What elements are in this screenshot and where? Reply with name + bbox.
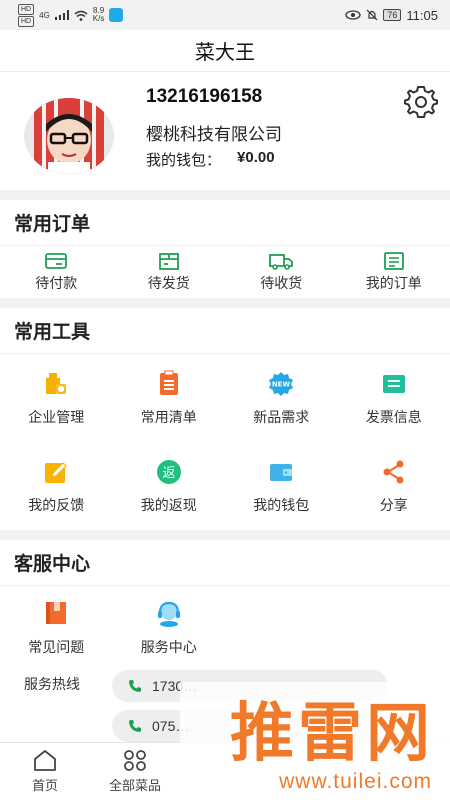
service-row: 常见问题 服务中心 xyxy=(0,586,450,670)
tab-home[interactable]: 首页 xyxy=(0,743,90,800)
clipboard-icon xyxy=(159,370,178,395)
hd-indicators: HD HD xyxy=(18,3,35,27)
watermark-url: www.tuilei.com xyxy=(279,770,432,793)
tool-label: 我的钱包 xyxy=(253,496,310,513)
network-speed: 8.9 K/s xyxy=(93,7,105,23)
headset-icon xyxy=(157,601,180,627)
order-my-orders[interactable]: 我的订单 xyxy=(338,246,450,298)
company-name: 樱桃科技有限公司 xyxy=(146,125,282,144)
app-header: 菜大王 xyxy=(0,30,450,72)
tool-enterprise-management[interactable]: 企业管理 xyxy=(0,354,113,442)
tool-invoice-info[interactable]: 发票信息 xyxy=(338,354,450,442)
card-icon xyxy=(45,253,68,269)
hd-chip-1: HD xyxy=(18,3,35,15)
tool-label: 新品需求 xyxy=(253,408,310,425)
svg-text:NEW: NEW xyxy=(272,380,291,388)
tool-label: 分享 xyxy=(379,496,408,513)
truck-icon xyxy=(269,254,294,270)
tool-label: 我的返现 xyxy=(140,496,197,513)
book-icon xyxy=(46,602,67,624)
share-icon xyxy=(383,460,404,483)
user-phone: 13216196158 xyxy=(146,86,263,107)
new-badge-icon: NEW xyxy=(269,371,294,396)
wifi-icon xyxy=(74,10,88,21)
box-icon xyxy=(158,253,179,270)
tool-new-product-request[interactable]: NEW 新品需求 xyxy=(225,354,338,442)
status-right: 76 11:05 xyxy=(345,8,438,23)
receipt-icon xyxy=(383,252,404,270)
tools-section: 常用工具 企业管理 常用清单 NEW 新品需求 发票信息 我的反馈 返 我的返现… xyxy=(0,308,450,530)
tab-label: 首页 xyxy=(31,778,58,793)
wallet-icon xyxy=(270,463,293,481)
tool-my-feedback[interactable]: 我的反馈 xyxy=(0,442,113,530)
cashback-icon: 返 xyxy=(156,459,181,484)
signal-icon xyxy=(54,10,69,20)
edit-icon xyxy=(45,461,68,483)
tool-label: 企业管理 xyxy=(28,408,85,425)
settings-gear-icon[interactable] xyxy=(404,84,438,118)
order-label: 待付款 xyxy=(35,275,78,291)
order-label: 待发货 xyxy=(147,275,190,291)
invoice-icon xyxy=(382,374,405,393)
app-notification-icon xyxy=(109,8,124,22)
service-title: 客服中心 xyxy=(0,540,450,586)
tab-label: 全部菜品 xyxy=(108,778,161,793)
orders-title: 常用订单 xyxy=(0,200,450,246)
order-label: 我的订单 xyxy=(365,275,422,291)
service-label: 常见问题 xyxy=(28,639,85,655)
tool-my-cashback[interactable]: 返 我的返现 xyxy=(113,442,226,530)
service-center[interactable]: 服务中心 xyxy=(113,586,226,670)
profile-card: 13216196158 樱桃科技有限公司 我的钱包： ¥0.00 xyxy=(0,72,450,190)
orders-section: 常用订单 待付款 待发货 待收货 我的订单 xyxy=(0,200,450,298)
hd-chip-2: HD xyxy=(18,15,35,27)
service-faq[interactable]: 常见问题 xyxy=(0,586,113,670)
wallet-balance[interactable]: 我的钱包： ¥0.00 xyxy=(146,149,275,170)
page-title: 菜大王 xyxy=(195,42,255,64)
tools-title: 常用工具 xyxy=(0,308,450,354)
avatar-image xyxy=(34,98,104,174)
grid-icon xyxy=(124,750,146,771)
orders-row: 待付款 待发货 待收货 我的订单 xyxy=(0,246,450,298)
phone-icon xyxy=(129,720,141,732)
watermark: 推雷网 www.tuilei.com xyxy=(180,682,450,800)
home-icon xyxy=(34,750,56,771)
hotline-label: 服务热线 xyxy=(24,676,80,692)
watermark-logo: 推雷网 xyxy=(230,697,434,771)
clock: 11:05 xyxy=(406,7,438,23)
battery-indicator: 76 xyxy=(383,9,402,21)
status-left: HD HD 4G 8.9 K/s xyxy=(18,3,124,27)
tab-all-dishes[interactable]: 全部菜品 xyxy=(90,743,180,800)
order-pending-shipment[interactable]: 待发货 xyxy=(113,246,226,298)
tool-label: 常用清单 xyxy=(140,408,197,425)
mute-bell-icon xyxy=(366,9,378,21)
order-pending-receipt[interactable]: 待收货 xyxy=(225,246,338,298)
network-type: 4G xyxy=(39,10,50,20)
tool-my-wallet[interactable]: 我的钱包 xyxy=(225,442,338,530)
tool-label: 发票信息 xyxy=(365,408,422,425)
tools-grid: 企业管理 常用清单 NEW 新品需求 发票信息 我的反馈 返 我的返现 我的钱包 xyxy=(0,354,450,530)
speed-unit: K/s xyxy=(92,14,105,23)
order-label: 待收货 xyxy=(260,275,303,291)
wallet-label: 我的钱包： xyxy=(146,152,222,169)
svg-text:返: 返 xyxy=(162,466,175,481)
eye-icon xyxy=(345,10,362,20)
wallet-amount: ¥0.00 xyxy=(237,149,275,166)
service-label: 服务中心 xyxy=(140,639,197,655)
status-bar: HD HD 4G 8.9 K/s 76 11:05 xyxy=(0,0,450,30)
phone-icon xyxy=(129,680,141,692)
tool-common-list[interactable]: 常用清单 xyxy=(113,354,226,442)
building-icon xyxy=(46,372,67,394)
avatar[interactable] xyxy=(24,98,114,174)
tool-label: 我的反馈 xyxy=(28,496,85,513)
tool-share[interactable]: 分享 xyxy=(338,442,450,530)
order-pending-payment[interactable]: 待付款 xyxy=(0,246,113,298)
